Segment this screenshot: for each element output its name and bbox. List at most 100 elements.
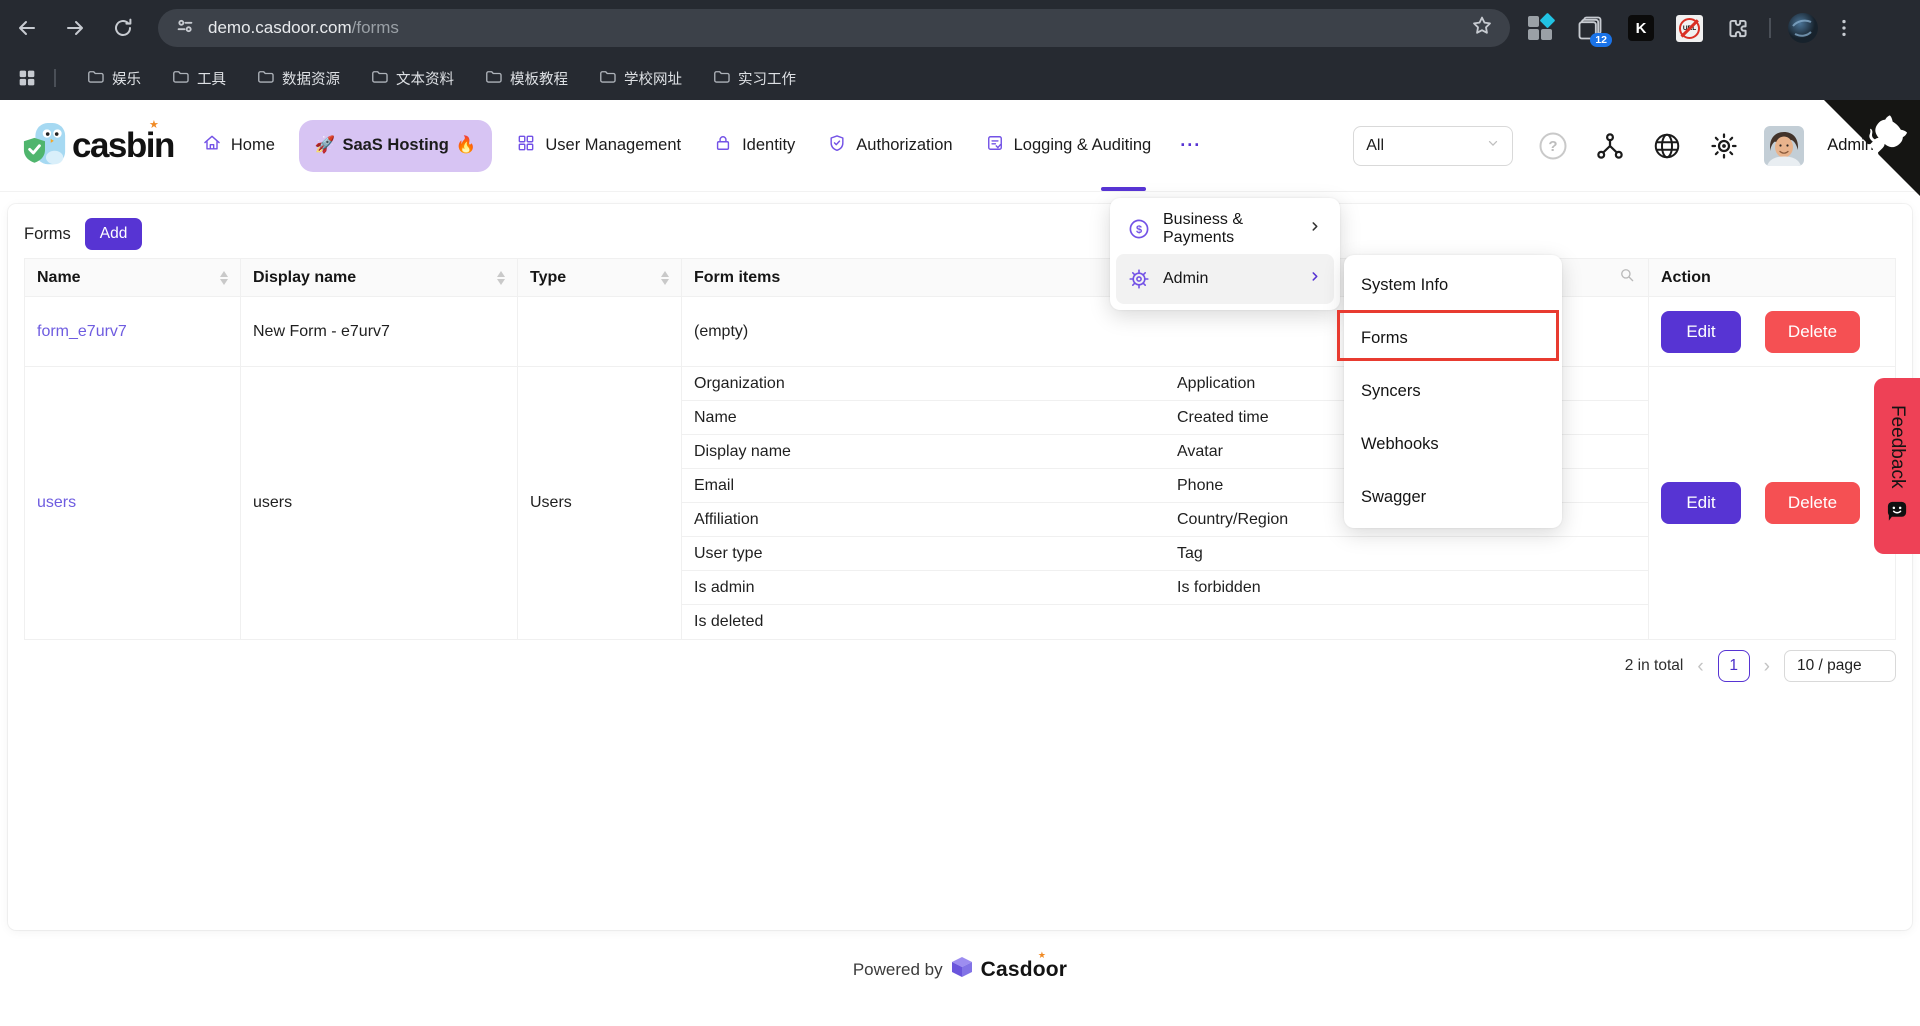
url-path: /forms [352,18,399,37]
toolbar-divider [1769,18,1771,38]
bookmark-folder-school[interactable]: 学校网址 [598,67,682,90]
shield-check-icon [827,133,847,158]
folder-icon [712,67,731,90]
sort-icon[interactable] [661,271,669,285]
submenu-item-system-info[interactable]: System Info [1344,259,1562,312]
main-nav: Home 🚀 SaaS Hosting 🔥 User Management Id… [186,100,1214,192]
cell-type: Users [518,367,682,640]
organization-select[interactable]: All [1353,126,1513,166]
casdoor-wordmark[interactable]: Casdoor★ [981,958,1068,982]
sort-icon[interactable] [220,271,228,285]
app-header: casbin★ Home 🚀 SaaS Hosting 🔥 User Manag… [0,100,1920,192]
casbin-mascot-icon [22,121,68,171]
delete-button[interactable]: Delete [1765,482,1860,524]
forms-table: Name Display name Type Form items Action… [24,258,1896,640]
home-icon [202,133,222,158]
theme-sun-icon[interactable] [1707,129,1741,163]
column-header-action: Action [1649,259,1896,297]
next-page-icon[interactable]: › [1762,657,1772,676]
bookmark-folder-entertainment[interactable]: 娱乐 [86,67,141,90]
extension-grid-icon[interactable] [1528,15,1554,41]
bookmark-folder-data[interactable]: 数据资源 [256,67,340,90]
header-right-controls: All ? Admin [1353,126,1874,166]
submenu-item-swagger[interactable]: Swagger [1344,471,1562,524]
profile-avatar[interactable] [1787,12,1819,44]
menu-item-admin[interactable]: Admin [1116,254,1334,304]
bookmark-folder-templates[interactable]: 模板教程 [484,67,568,90]
table-row-users: users users Users OrganizationApplicatio… [25,367,1896,640]
form-link[interactable]: users [37,494,76,511]
nav-item-saas-hosting[interactable]: 🚀 SaaS Hosting 🔥 [299,120,492,172]
chevron-right-icon [1308,270,1322,289]
bookmark-label: 文本资料 [396,68,454,89]
submenu-item-syncers[interactable]: Syncers [1344,365,1562,418]
nav-item-logging-auditing[interactable]: Logging & Auditing [969,100,1168,192]
add-button[interactable]: Add [85,218,143,250]
nav-item-home[interactable]: Home [186,100,291,192]
tab-manager-icon[interactable]: 12 [1576,14,1604,42]
menu-item-business-payments[interactable]: $ Business & Payments [1116,204,1334,254]
url-text: demo.casdoor.com/forms [208,18,399,38]
bookmark-star-icon[interactable] [1470,14,1494,43]
folder-icon [370,67,389,90]
table-row-form-e7urv7: form_e7urv7 New Form - e7urv7 (empty) Ed… [25,297,1896,367]
forward-icon[interactable] [58,11,92,45]
bookmark-folder-tools[interactable]: 工具 [171,67,226,90]
nav-label: User Management [545,136,681,155]
casbin-network-icon[interactable] [1593,129,1627,163]
column-header-name[interactable]: Name [25,259,241,297]
page-footer: Powered by Casdoor★ [0,956,1920,983]
page-size-select[interactable]: 10 / page [1784,650,1896,682]
reload-icon[interactable] [106,11,140,45]
help-icon[interactable]: ? [1536,129,1570,163]
nav-item-identity[interactable]: Identity [697,100,811,192]
dollar-circle-icon: $ [1128,218,1150,240]
prev-page-icon[interactable]: ‹ [1695,657,1705,676]
column-header-type[interactable]: Type [518,259,682,297]
nav-label: Authorization [856,136,952,155]
edit-button[interactable]: Edit [1661,482,1741,524]
site-settings-icon[interactable] [174,15,196,42]
k-extension-icon[interactable]: K [1628,15,1654,41]
search-icon[interactable] [1618,266,1636,289]
nav-item-authorization[interactable]: Authorization [811,100,968,192]
pagination: 2 in total ‹ 1 › 10 / page [24,650,1896,682]
casbin-logo[interactable]: casbin★ [22,121,174,171]
language-globe-icon[interactable] [1650,129,1684,163]
casdoor-cube-icon [951,956,973,983]
bookmark-label: 数据资源 [282,68,340,89]
apps-grid-icon[interactable] [16,67,38,89]
nav-item-user-management[interactable]: User Management [500,100,697,192]
cell-display-name: New Form - e7urv7 [241,297,518,367]
cell-name: form_e7urv7 [25,297,241,367]
current-page-button[interactable]: 1 [1718,650,1750,682]
bookmark-folder-internship[interactable]: 实习工作 [712,67,796,90]
feedback-label: Feedback [1886,405,1908,488]
edit-button[interactable]: Edit [1661,311,1741,353]
brand-star-icon: ★ [149,118,159,131]
back-icon[interactable] [10,11,44,45]
github-corner[interactable] [1824,100,1920,201]
user-avatar[interactable] [1764,126,1804,166]
cell-action: Edit Delete [1649,367,1896,640]
form-link[interactable]: form_e7urv7 [37,323,127,340]
gear-icon [1128,268,1150,290]
tab-count-badge: 12 [1590,33,1612,47]
nav-item-more[interactable]: ··· [1167,100,1214,192]
bookmark-label: 工具 [197,68,226,89]
column-header-display-name[interactable]: Display name [241,259,518,297]
total-count-label: 2 in total [1625,657,1684,675]
sort-icon[interactable] [497,271,505,285]
submenu-item-webhooks[interactable]: Webhooks [1344,418,1562,471]
extensions-puzzle-icon[interactable] [1725,15,1751,41]
url-blocker-icon[interactable]: URL [1676,15,1703,42]
nav-label: Home [231,136,275,155]
ellipsis-icon: ··· [1180,135,1201,156]
address-bar[interactable]: demo.casdoor.com/forms [158,9,1510,47]
browser-menu-icon[interactable] [1833,17,1855,39]
bookmarks-bar: 娱乐 工具 数据资源 文本资料 模板教程 学校网址 实习工作 [0,56,1920,100]
delete-button[interactable]: Delete [1765,311,1860,353]
bookmark-folder-text[interactable]: 文本资料 [370,67,454,90]
feedback-tab[interactable]: Feedback [1874,378,1920,554]
content-card: Forms Add Name Display name Type Form it… [8,204,1912,930]
